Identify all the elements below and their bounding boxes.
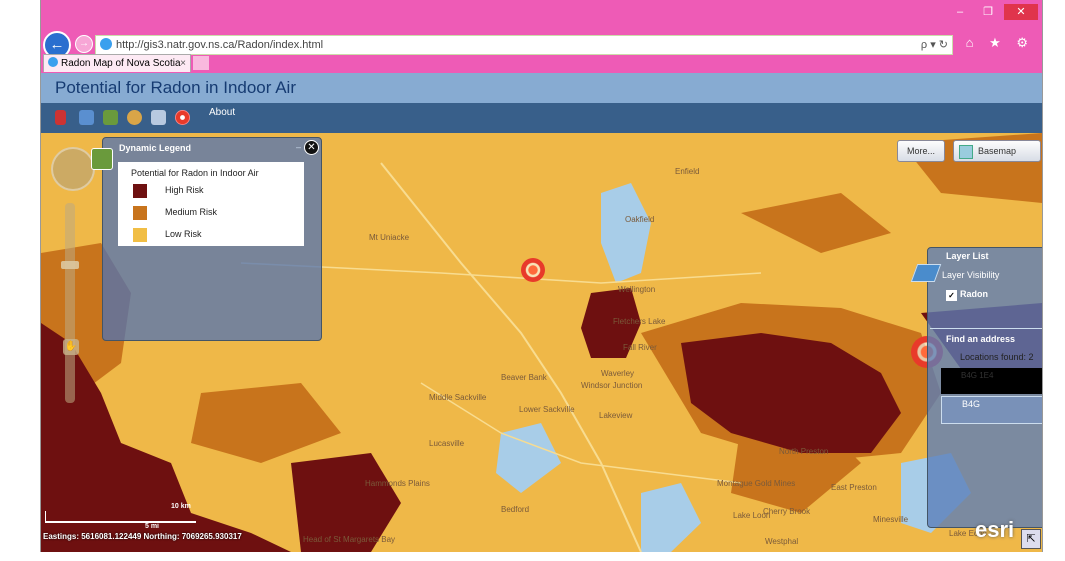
legend-label: Low Risk (165, 229, 202, 239)
radon-layer-label: Radon (960, 289, 988, 299)
location-marker[interactable] (521, 258, 545, 282)
ie-page-icon (100, 38, 112, 50)
basemap-label: Basemap (978, 146, 1017, 156)
tab-close-icon[interactable]: × (180, 55, 186, 73)
basemap-gallery-icon[interactable] (127, 110, 142, 125)
legend-body: Potential for Radon in Indoor Air High R… (118, 162, 304, 246)
page-title: Potential for Radon in Indoor Air (55, 78, 296, 97)
radon-layer-toggle[interactable]: ✓ Radon (946, 289, 988, 301)
place-label: East Preston (831, 483, 877, 492)
about-link[interactable]: About (209, 107, 235, 118)
pan-control[interactable] (51, 147, 95, 191)
expand-icon[interactable]: ⇱ (1021, 529, 1041, 549)
address-result-label: B4G (962, 399, 981, 409)
url-text: http://gis3.natr.gov.ns.ca/Radon/index.h… (116, 39, 324, 51)
tab-title: Radon Map of Nova Scotia (61, 58, 181, 69)
place-label: Fletchers Lake (613, 317, 666, 326)
find-address-title: Find an address (946, 334, 1016, 344)
radon-checkbox[interactable]: ✓ (946, 290, 957, 301)
legend-close-button[interactable]: ✕ (304, 140, 319, 155)
close-window-button[interactable]: ✕ (1004, 4, 1038, 20)
home-favorites-settings-icons[interactable]: ⌂ ★ ⚙ (966, 35, 1034, 51)
legend-swatch (133, 228, 147, 242)
legend-label: High Risk (165, 185, 204, 195)
place-label: Windsor Junction (581, 381, 643, 390)
legend-layer-title: Potential for Radon in Indoor Air (131, 168, 259, 178)
locations-found-text: Locations found: 2 (960, 352, 1034, 362)
basemap-grid-icon (959, 145, 973, 159)
place-label: Head of St Margarets Bay (303, 535, 396, 544)
esri-logo: esri (975, 517, 1015, 542)
place-label: Minesville (873, 515, 909, 524)
map-canvas[interactable]: Enfield Oakfield Mt Uniacke Wellington F… (41, 133, 1042, 552)
scale-km-label: 10 km (171, 503, 191, 510)
legend-icon[interactable] (103, 110, 118, 125)
forward-button[interactable]: → (75, 35, 93, 53)
place-label: Fall River (623, 343, 657, 352)
place-label: Enfield (675, 167, 700, 176)
zoom-slider-thumb[interactable] (61, 261, 79, 269)
place-label: Bedford (501, 505, 530, 514)
address-result-label: B4G 1E4 (961, 371, 994, 380)
layers-icon[interactable] (79, 110, 94, 125)
app-header: Potential for Radon in Indoor Air (41, 73, 1042, 103)
restore-button[interactable]: ❐ (976, 4, 1000, 20)
layer-list-panel: Layer List Layer Visibility ✓ Radon Find … (910, 247, 1042, 528)
place-label: Middle Sackville (429, 393, 487, 402)
scale-bar (45, 511, 196, 523)
layer-visibility-label: Layer Visibility (942, 270, 1000, 280)
legend-swatch (133, 184, 147, 198)
locator-icon[interactable] (175, 110, 190, 125)
more-button[interactable]: More... (897, 140, 945, 162)
place-label: Beaver Bank (501, 373, 547, 382)
window-controls: – ❐ ✕ (948, 4, 1038, 20)
place-label: Westphal (765, 537, 799, 546)
ie-tab-icon (48, 57, 58, 67)
place-label: Mt Uniacke (369, 233, 410, 242)
place-label: North Preston (779, 447, 829, 456)
legend-swatch (133, 206, 147, 220)
place-label: Hammonds Plains (365, 479, 430, 488)
new-tab-button[interactable] (193, 56, 209, 70)
place-label: Wellington (618, 285, 656, 294)
layers-stack-icon (910, 264, 942, 282)
legend-label: Medium Risk (165, 207, 218, 217)
tab-radon-map[interactable]: Radon Map of Nova Scotia × (43, 54, 191, 72)
place-label: Lakeview (599, 411, 633, 420)
address-result[interactable]: B4G 1E4 (941, 368, 1042, 394)
address-tools[interactable]: ρ ▾ ↻ (921, 36, 952, 54)
print-icon[interactable] (151, 110, 166, 125)
place-label: Lucasville (429, 439, 465, 448)
minimize-button[interactable]: – (948, 4, 972, 20)
place-label: Cherry Brook (763, 507, 811, 516)
address-bar[interactable]: http://gis3.natr.gov.ns.ca/Radon/index.h… (95, 35, 953, 55)
legend-minimize-button[interactable]: – (296, 142, 301, 152)
legend-panel: Dynamic Legend – ✕ Potential for Radon i… (91, 137, 322, 341)
browser-chrome: – ❐ ✕ ← → http://gis3.natr.gov.ns.ca/Rad… (41, 0, 1042, 73)
app-toolbar: About (41, 103, 1042, 133)
address-result[interactable]: B4G (941, 396, 1042, 424)
place-label: Lower Sackville (519, 405, 575, 414)
pan-hand-icon[interactable]: ✋ (63, 339, 79, 355)
coordinate-readout: Eastings: 5616081.122449 Northing: 70692… (43, 532, 242, 541)
layer-list-title: Layer List (946, 251, 989, 261)
legend-title: Dynamic Legend (119, 143, 192, 153)
zoom-slider[interactable] (65, 203, 75, 403)
divider (930, 328, 1042, 329)
place-label: Waverley (601, 369, 635, 378)
place-label: Montague Gold Mines (717, 479, 796, 488)
basemap-button[interactable]: Basemap (953, 140, 1041, 162)
book-icon[interactable] (55, 110, 66, 125)
browser-window: – ❐ ✕ ← → http://gis3.natr.gov.ns.ca/Rad… (40, 0, 1043, 552)
legend-icon (91, 148, 113, 170)
scale-mi-label: 5 mi (145, 523, 160, 530)
place-label: Oakfield (625, 215, 655, 224)
